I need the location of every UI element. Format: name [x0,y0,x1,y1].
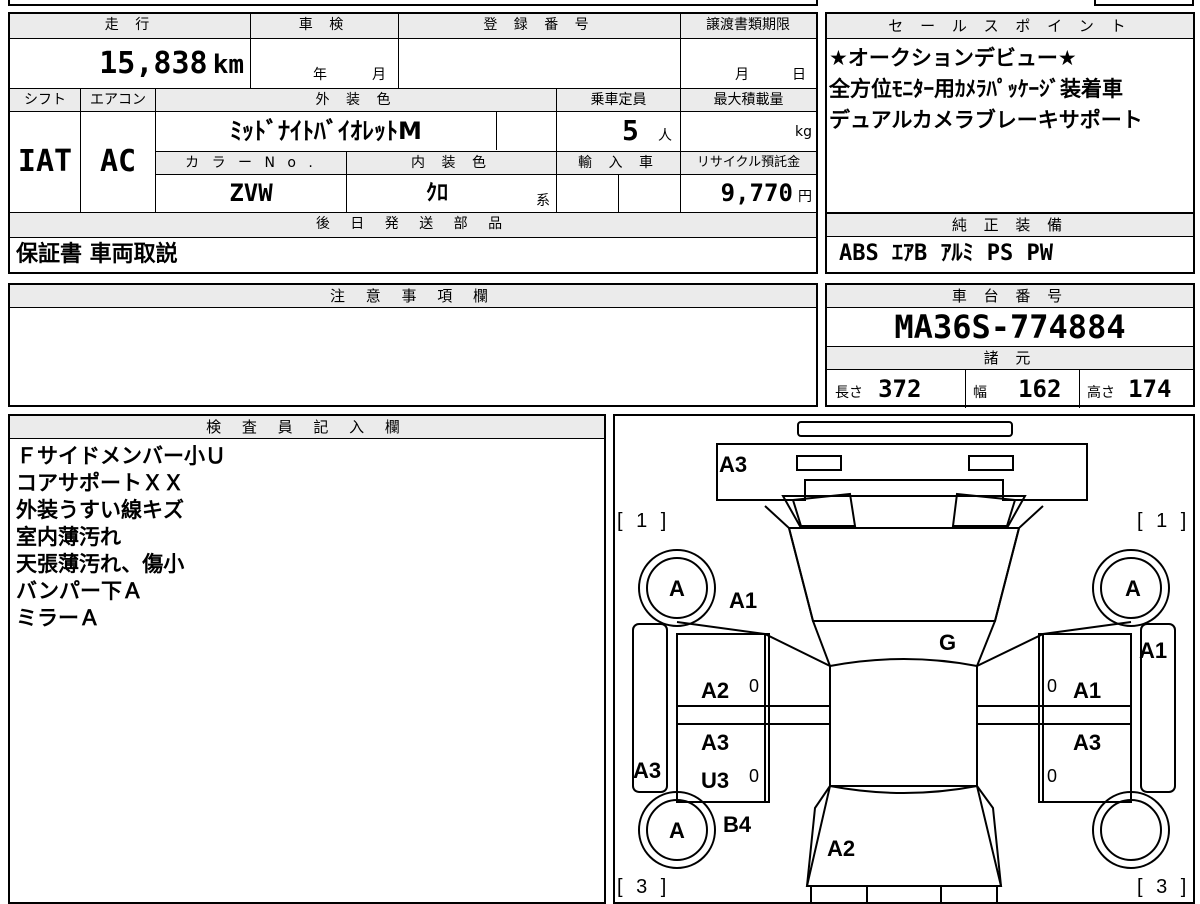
sales-point: ★オークションデビュー★ [829,46,1077,70]
label-rear-glass: A2 [827,836,856,861]
chassis-header: 車 台 番 号 [827,285,1193,308]
chassis-spec-box: 車 台 番 号 MA36S-774884 諸 元 長さ 372 幅 162 高さ… [825,283,1195,408]
label-front-bumper: A3 [719,452,748,477]
label-front-right-door: A1 [1073,678,1102,703]
deadline-month: 月 [735,67,749,83]
label-front-left-door: A2 [701,678,730,703]
label-windshield: G [939,630,957,655]
inspector-line: バンパー下Ａ [16,579,144,603]
spec-header: 諸 元 [827,347,1193,370]
label-rear-right-door: A3 [1073,730,1102,755]
label-zero-rr: 0 [1047,766,1058,786]
label-zero-fl: 0 [749,676,760,696]
label-rear-left-door-u: U3 [701,768,730,793]
inspector-line: 天張薄汚れ、傷小 [16,552,185,576]
label-bracket-bottom-right: [ 3 ] [1137,876,1191,898]
damage-diagram: A3 [ 1 ] [ 1 ] [ 3 ] [ 3 ] A A A A1 G A1… [613,414,1195,904]
deadline-day: 日 [792,67,806,83]
later-parts-value: 保証書 車両取説 [16,242,178,267]
car-outline [632,421,1176,902]
top-cut-strip [8,0,818,6]
exterior-color-value: ﾐｯﾄﾞﾅｲﾄﾊﾞｲｵﾚｯﾄM [230,117,422,145]
label-bracket-top-right: [ 1 ] [1137,510,1191,532]
mileage-header: 走 行 [10,14,250,38]
inspection-year: 年 [313,67,327,83]
notes-header: 注 意 事 項 欄 [10,285,816,308]
shift-value: IAT [17,144,73,179]
import-header: 輸 入 車 [557,152,680,174]
sales-point: デュアルカメラブレーキサポート [829,108,1143,132]
inspector-line: ミラーＡ [16,606,100,630]
transfer-deadline-header: 譲渡書類期限 [680,14,816,38]
color-no-header: カ ラ ー N o . [156,152,346,174]
top-cut-strip-right [1094,0,1194,6]
equipment-value: ABS ｴｱB ｱﾙﾐ PS PW [839,241,1053,266]
aircon-header: エアコン [81,89,155,111]
sales-points-list: ★オークションデビュー★ 全方位ﾓﾆﾀｰ用ｶﾒﾗﾊﾟｯｹｰｼﾞ装着車 デュアルカ… [827,39,1193,140]
inspector-box: 検 査 員 記 入 欄 Ｆサイドメンバー小Ｕ コアサポートＸＸ 外装うすい線キズ… [8,414,606,904]
interior-color-suffix: 系 [536,193,550,209]
registration-header: 登 録 番 号 [398,14,680,38]
max-load-value: kg [795,124,812,140]
label-rear-left-door-a: A3 [701,730,730,755]
label-zero-fr: 0 [1047,676,1058,696]
label-bracket-bottom-left: [ 3 ] [617,876,671,898]
label-front-left-wheel: A [669,576,685,601]
inspector-line: 室内薄汚れ [16,525,121,549]
later-parts-header: 後 日 発 送 部 品 [10,213,816,237]
capacity-header: 乗車定員 [557,89,680,111]
label-left-side-sill: A3 [633,758,662,783]
spec-length: 長さ 372 [835,375,922,403]
label-rear-left-wheel: A [669,818,685,843]
inspector-notes: Ｆサイドメンバー小Ｕ コアサポートＸＸ 外装うすい線キズ 室内薄汚れ 天張薄汚れ… [10,439,604,636]
max-load-header: 最大積載量 [681,89,816,111]
sales-points-box: セ ー ル ス ポ イ ン ト ★オークションデビュー★ 全方位ﾓﾆﾀｰ用ｶﾒﾗ… [825,12,1195,214]
inspector-line: コアサポートＸＸ [16,471,184,495]
recycle-value: 9,770 円 [720,179,812,207]
spec-width: 幅 162 [973,375,1062,403]
chassis-number: MA36S-774884 [827,308,1193,347]
sales-points-header: セ ー ル ス ポ イ ン ト [827,14,1193,39]
aircon-value: AC [99,144,137,179]
equipment-header: 純 正 装 備 [827,214,1193,237]
label-left-rear-quarter: B4 [723,812,752,837]
shift-header: シフト [10,89,80,111]
notes-box: 注 意 事 項 欄 [8,283,818,407]
interior-color-value: ｸﾛ [425,181,448,206]
label-bracket-top-left: [ 1 ] [617,510,671,532]
mileage-value: 15,838 km [99,46,244,81]
vehicle-info-table: 走 行 車 検 登 録 番 号 譲渡書類期限 15,838 km 年 月 月 日… [8,12,818,274]
recycle-header: リサイクル預託金 [681,152,816,174]
label-right-fender: A1 [1139,638,1168,663]
color-no-value: ZVW [229,179,273,207]
label-zero-rl: 0 [749,766,760,786]
label-hood-left: A1 [729,588,758,613]
exterior-color-header: 外 装 色 [156,89,556,111]
inspection-header: 車 検 [250,14,398,38]
equipment-box: 純 正 装 備 ABS ｴｱB ｱﾙﾐ PS PW [825,212,1195,274]
spec-height: 高さ 174 [1087,375,1172,403]
capacity-value: 5 人 [622,114,672,147]
interior-color-header: 内 装 色 [347,152,556,174]
inspector-line: Ｆサイドメンバー小Ｕ [16,444,226,468]
inspection-month: 月 [372,67,386,83]
sales-point: 全方位ﾓﾆﾀｰ用ｶﾒﾗﾊﾟｯｹｰｼﾞ装着車 [829,77,1123,101]
inspector-line: 外装うすい線キズ [16,498,184,522]
label-front-right-wheel: A [1125,576,1141,601]
inspector-header: 検 査 員 記 入 欄 [10,416,604,439]
